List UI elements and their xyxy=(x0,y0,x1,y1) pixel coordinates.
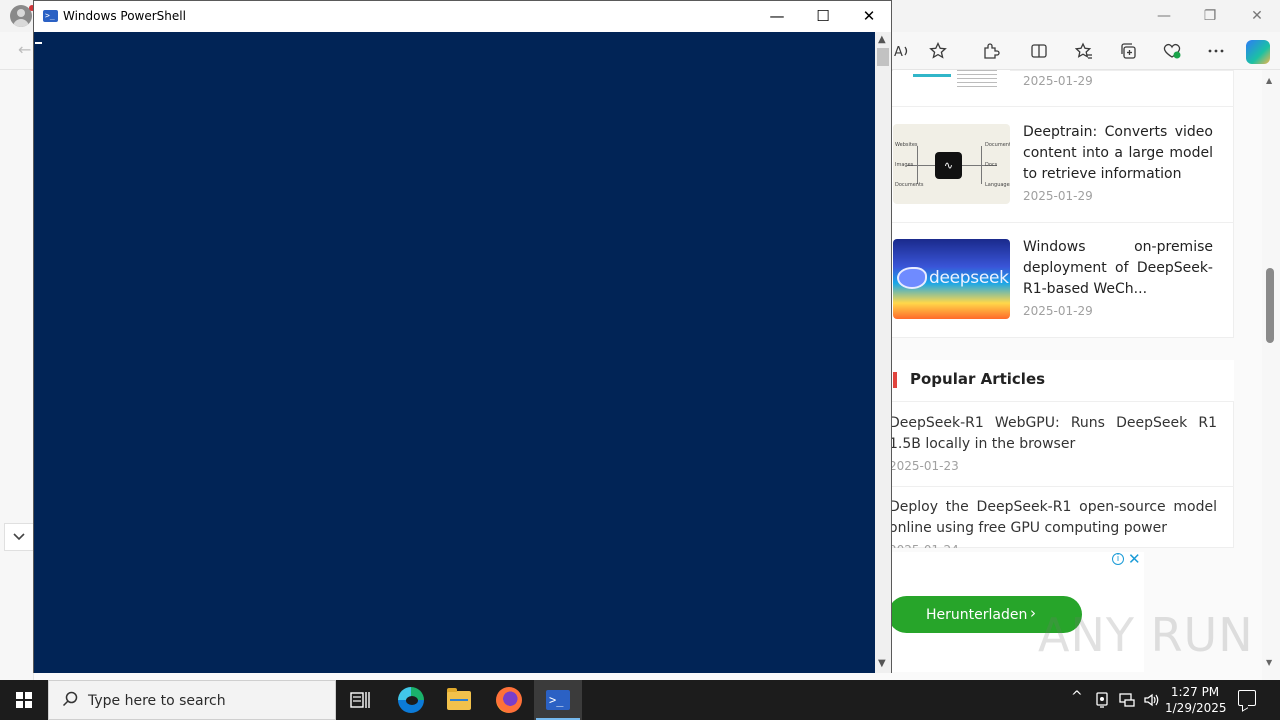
task-view-icon xyxy=(350,692,370,708)
more-icon[interactable] xyxy=(1205,40,1227,62)
windows-logo-icon xyxy=(16,692,32,708)
file-explorer-icon xyxy=(447,687,471,710)
page-scrollbar[interactable]: ▲ ▼ xyxy=(1262,70,1280,680)
network-status-icon[interactable] xyxy=(1095,692,1109,712)
powershell-window: >_ Windows PowerShell — ☐ ✕ ▲ ▼ xyxy=(33,0,892,673)
scroll-down-icon[interactable]: ▼ xyxy=(878,658,886,669)
taskbar: Type here to search >_ ^ 1:27 PM 1/29/20… xyxy=(0,680,1280,720)
article-thumbnail[interactable] xyxy=(893,70,1010,92)
browser-close-button[interactable]: ✕ xyxy=(1234,0,1280,32)
popular-article-title[interactable]: DeepSeek-R1 WebGPU: Runs DeepSeek R1 1.5… xyxy=(889,413,1217,455)
taskbar-search[interactable]: Type here to search xyxy=(48,680,336,720)
firefox-taskbar-button[interactable] xyxy=(485,680,533,720)
collections-icon[interactable] xyxy=(1117,40,1139,62)
article-item[interactable]: Websites Images Documents Documents Docs… xyxy=(888,106,1234,222)
powershell-taskbar-button[interactable]: >_ xyxy=(534,680,582,720)
browser-restore-button[interactable]: ❐ xyxy=(1187,0,1233,32)
anyrun-watermark: ANY RUN xyxy=(1038,608,1254,662)
powershell-icon: >_ xyxy=(43,10,58,22)
chevron-down-icon[interactable] xyxy=(4,523,34,551)
scroll-thumb[interactable] xyxy=(1266,268,1274,343)
popular-article-title[interactable]: Deploy the DeepSeek-R1 open-source model… xyxy=(889,497,1217,539)
edge-icon xyxy=(398,687,424,713)
show-hidden-icons-chevron[interactable]: ^ xyxy=(1071,689,1083,705)
popular-articles-header: Popular Articles xyxy=(888,360,1234,402)
close-button[interactable]: ✕ xyxy=(846,1,892,31)
article-title[interactable]: Deeptrain: Converts video content into a… xyxy=(1023,122,1213,185)
search-placeholder: Type here to search xyxy=(88,693,226,709)
scroll-down-icon[interactable]: ▼ xyxy=(1266,658,1272,667)
divider xyxy=(888,486,1234,487)
accent-bar xyxy=(893,372,897,388)
article-thumbnail[interactable]: deepseek xyxy=(893,239,1010,319)
waveform-icon: ∿ xyxy=(935,152,962,179)
browser-minimize-button[interactable]: — xyxy=(1141,0,1187,32)
section-title: Popular Articles xyxy=(910,370,1046,388)
popular-article-date: 2025-01-24 xyxy=(889,543,959,548)
powershell-icon: >_ xyxy=(546,690,570,710)
article-date: 2025-01-29 xyxy=(1023,304,1093,318)
start-button[interactable] xyxy=(0,680,48,720)
ad-info-icon[interactable]: i xyxy=(1112,553,1124,565)
browser-essentials-icon[interactable] xyxy=(1161,40,1183,62)
read-aloud-icon[interactable]: A xyxy=(891,40,913,62)
scroll-up-icon[interactable]: ▲ xyxy=(878,34,886,45)
maximize-button[interactable]: ☐ xyxy=(800,1,846,31)
article-date: 2025-01-29 xyxy=(1023,74,1093,88)
clock-time: 1:27 PM xyxy=(1170,685,1220,699)
copilot-icon[interactable] xyxy=(1246,40,1270,64)
task-view-button[interactable] xyxy=(336,680,384,720)
split-screen-icon[interactable] xyxy=(1028,40,1050,62)
firefox-icon xyxy=(496,687,522,713)
scroll-thumb[interactable] xyxy=(877,48,889,66)
chevron-right-icon: › xyxy=(1030,604,1036,622)
volume-icon[interactable] xyxy=(1143,692,1159,712)
file-explorer-taskbar-button[interactable] xyxy=(435,680,483,720)
edge-taskbar-button[interactable] xyxy=(387,680,435,720)
scroll-up-icon[interactable]: ▲ xyxy=(1266,76,1272,85)
popular-article-date: 2025-01-23 xyxy=(889,459,959,473)
minimize-button[interactable]: — xyxy=(754,1,800,31)
ethernet-icon[interactable] xyxy=(1119,692,1135,712)
extensions-icon[interactable] xyxy=(980,40,1002,62)
article-thumbnail[interactable]: Websites Images Documents Documents Docs… xyxy=(893,124,1010,204)
search-icon xyxy=(62,691,78,711)
notification-center-icon[interactable] xyxy=(1238,690,1256,706)
download-button-label: Herunterladen xyxy=(926,606,1028,623)
taskbar-clock[interactable]: 1:27 PM 1/29/2025 xyxy=(1165,684,1227,716)
console-area[interactable] xyxy=(34,32,875,673)
favorites-icon[interactable] xyxy=(1073,40,1095,62)
deepseek-whale-icon xyxy=(897,267,927,289)
clock-date: 1/29/2025 xyxy=(1165,701,1227,715)
article-date: 2025-01-29 xyxy=(1023,189,1093,203)
clipped-date: 2025-01-24 xyxy=(889,543,1235,548)
favorite-star-icon[interactable] xyxy=(927,40,949,62)
back-arrow-icon[interactable]: ← xyxy=(18,40,31,59)
window-title: Windows PowerShell xyxy=(63,9,186,23)
text-cursor xyxy=(35,42,42,44)
console-scrollbar[interactable]: ▲ ▼ xyxy=(875,32,891,673)
article-item[interactable]: deepseek Windows on-premise deployment o… xyxy=(888,222,1234,338)
ad-close-icon[interactable]: ✕ xyxy=(1128,550,1141,568)
article-title[interactable]: Windows on-premise deployment of DeepSee… xyxy=(1023,237,1213,300)
deepseek-logo-text: deepseek xyxy=(929,268,1009,288)
powershell-titlebar[interactable]: >_ Windows PowerShell — ☐ ✕ xyxy=(34,1,891,32)
svg-text:A: A xyxy=(894,45,903,60)
left-panel xyxy=(0,70,34,680)
